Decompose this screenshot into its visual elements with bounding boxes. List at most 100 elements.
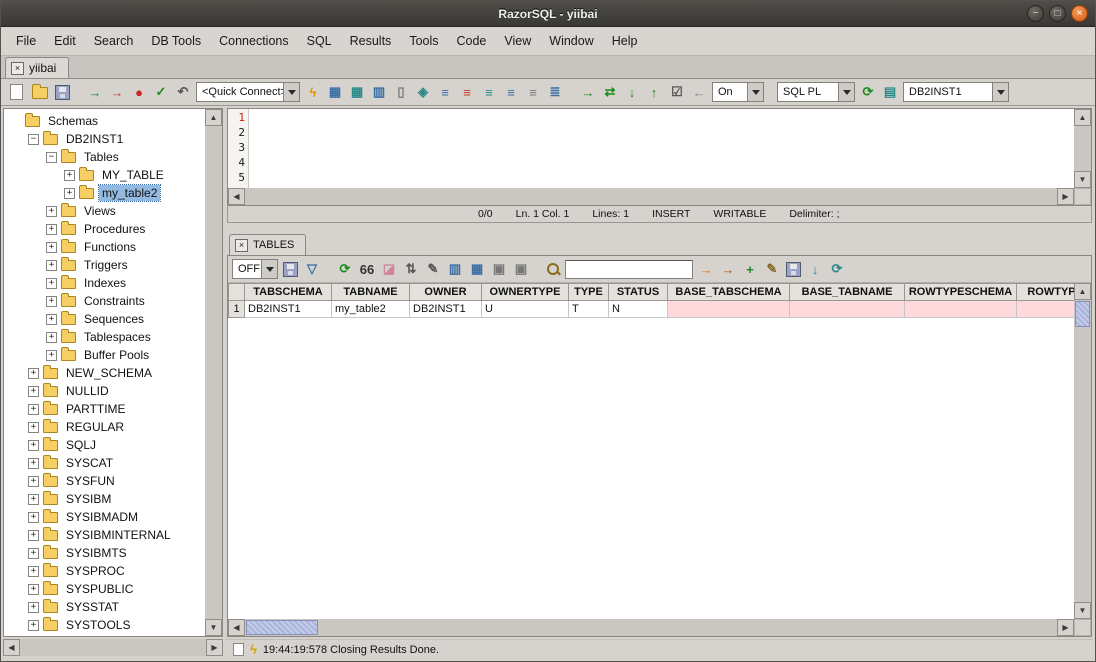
scroll-thumb[interactable]: [246, 620, 318, 635]
expand-icon[interactable]: +: [28, 422, 39, 433]
row-limit-combo[interactable]: OFF: [232, 259, 278, 279]
results-grid-area[interactable]: TABSCHEMATABNAMEOWNEROWNERTYPETYPESTATUS…: [228, 283, 1074, 619]
export-results-icon[interactable]: [786, 262, 801, 277]
grid-cell[interactable]: DB2INST1: [410, 301, 482, 318]
insert-row-icon[interactable]: +: [740, 259, 760, 279]
language-combo[interactable]: SQL PL: [777, 82, 855, 102]
tree-item-functions[interactable]: +Functions: [4, 238, 205, 256]
menu-help[interactable]: Help: [603, 30, 647, 52]
expand-icon[interactable]: +: [46, 260, 57, 271]
row-header[interactable]: 1: [229, 301, 245, 318]
rollback-icon[interactable]: ↶: [173, 82, 193, 102]
expand-icon[interactable]: +: [28, 404, 39, 415]
menu-results[interactable]: Results: [341, 30, 401, 52]
tree-item-indexes[interactable]: +Indexes: [4, 274, 205, 292]
results-horizontal-scrollbar[interactable]: ◀ ▶: [228, 619, 1074, 636]
menu-connections[interactable]: Connections: [210, 30, 298, 52]
results-search-input[interactable]: [565, 260, 693, 279]
menu-edit[interactable]: Edit: [45, 30, 85, 52]
reload-grid-icon[interactable]: ⟳: [827, 259, 847, 279]
tree-item-tablespaces[interactable]: +Tablespaces: [4, 328, 205, 346]
refresh-results-icon[interactable]: ⟳: [335, 259, 355, 279]
expand-icon[interactable]: +: [46, 278, 57, 289]
clear-highlight-icon[interactable]: ◪: [379, 259, 399, 279]
commit-icon[interactable]: ✓: [151, 82, 171, 102]
close-button[interactable]: ×: [1071, 5, 1088, 22]
tree-item-syspublic[interactable]: +SYSPUBLIC: [4, 580, 205, 598]
maximize-button[interactable]: □: [1049, 5, 1066, 22]
menu-sql[interactable]: SQL: [298, 30, 341, 52]
grid-cell[interactable]: [1017, 301, 1075, 318]
expand-icon[interactable]: +: [28, 620, 39, 631]
edit-results-icon[interactable]: ✎: [762, 259, 782, 279]
tab-close-icon[interactable]: ×: [11, 62, 24, 75]
highlight-matches-icon[interactable]: [544, 260, 562, 278]
column-header-owner[interactable]: OWNER: [410, 284, 482, 301]
column-header-rowtypeschema[interactable]: ROWTYPESCHEMA: [905, 284, 1017, 301]
expand-icon[interactable]: +: [28, 548, 39, 559]
grid-cell[interactable]: U: [482, 301, 569, 318]
grid-cell[interactable]: [790, 301, 905, 318]
expand-icon[interactable]: +: [28, 494, 39, 505]
editor-vertical-scrollbar[interactable]: ▲ ▼: [1074, 109, 1091, 188]
tree-item-sysibmts[interactable]: +SYSIBMTS: [4, 544, 205, 562]
tree-item-my-table[interactable]: +MY_TABLE: [4, 166, 205, 184]
expand-icon[interactable]: +: [64, 188, 75, 199]
scroll-track[interactable]: [205, 126, 222, 619]
tree-item-sqlj[interactable]: +SQLJ: [4, 436, 205, 454]
find-in-results-icon[interactable]: 66: [357, 259, 377, 279]
back-icon[interactable]: ←: [689, 82, 709, 102]
expand-icon[interactable]: +: [28, 458, 39, 469]
column-header-type[interactable]: TYPE: [569, 284, 609, 301]
editor-text-area[interactable]: [249, 109, 1074, 188]
tree-item-sysibminternal[interactable]: +SYSIBMINTERNAL: [4, 526, 205, 544]
editor-horizontal-scrollbar[interactable]: ◀ ▶: [228, 188, 1074, 205]
tree-item-regular[interactable]: +REGULAR: [4, 418, 205, 436]
chevron-down-icon[interactable]: [992, 83, 1008, 101]
expand-icon[interactable]: +: [46, 314, 57, 325]
tree-item-buffer-pools[interactable]: +Buffer Pools: [4, 346, 205, 364]
sort-results-icon[interactable]: ⇅: [401, 259, 421, 279]
sql-history-icon[interactable]: ▤: [880, 82, 900, 102]
tree-item-sequences[interactable]: +Sequences: [4, 310, 205, 328]
tab-yiibai[interactable]: × yiibai: [5, 57, 69, 78]
grid-cell[interactable]: T: [569, 301, 609, 318]
move-down-icon[interactable]: ↓: [622, 82, 642, 102]
tree-item-tables[interactable]: −Tables: [4, 148, 205, 166]
scroll-left-icon[interactable]: ◀: [228, 188, 245, 205]
expand-icon[interactable]: +: [28, 386, 39, 397]
scroll-left-icon[interactable]: ◀: [3, 639, 20, 656]
expand-icon[interactable]: +: [28, 368, 39, 379]
grid-cell[interactable]: N: [609, 301, 668, 318]
tree-item-sysibmadm[interactable]: +SYSIBMADM: [4, 508, 205, 526]
new-file-icon[interactable]: [10, 84, 23, 100]
scroll-down-icon[interactable]: ▼: [1074, 602, 1091, 619]
query-builder-icon[interactable]: ▥: [369, 82, 389, 102]
chevron-down-icon[interactable]: [838, 83, 854, 101]
expand-icon[interactable]: +: [46, 224, 57, 235]
expand-icon[interactable]: +: [46, 206, 57, 217]
grid-cell[interactable]: [905, 301, 1017, 318]
column-header-base_tabschema[interactable]: BASE_TABSCHEMA: [668, 284, 790, 301]
scroll-up-icon[interactable]: ▲: [1074, 109, 1091, 126]
results-grid-icon[interactable]: ▦: [325, 82, 345, 102]
tree-item-sysibm[interactable]: +SYSIBM: [4, 490, 205, 508]
expand-icon[interactable]: +: [46, 296, 57, 307]
expand-icon[interactable]: +: [28, 584, 39, 595]
shift-left-icon[interactable]: ≡: [523, 82, 543, 102]
save-results-icon[interactable]: [283, 262, 298, 277]
scroll-down-icon[interactable]: ▼: [1074, 171, 1091, 188]
expand-icon[interactable]: +: [28, 476, 39, 487]
menu-tools[interactable]: Tools: [400, 30, 447, 52]
connection-combo[interactable]: DB2INST1: [903, 82, 1009, 102]
minimize-button[interactable]: −: [1027, 5, 1044, 22]
expand-icon[interactable]: +: [28, 566, 39, 577]
chevron-down-icon[interactable]: [261, 260, 277, 278]
column-header-tabname[interactable]: TABNAME: [332, 284, 410, 301]
tree-item-my-table2[interactable]: +my_table2: [4, 184, 205, 202]
execute-sql-icon[interactable]: ϟ: [303, 82, 323, 102]
auto-commit-combo[interactable]: On: [712, 82, 764, 102]
expand-icon[interactable]: +: [28, 512, 39, 523]
quick-connect-combo[interactable]: <Quick Connect>: [196, 82, 300, 102]
chevron-down-icon[interactable]: [747, 83, 763, 101]
